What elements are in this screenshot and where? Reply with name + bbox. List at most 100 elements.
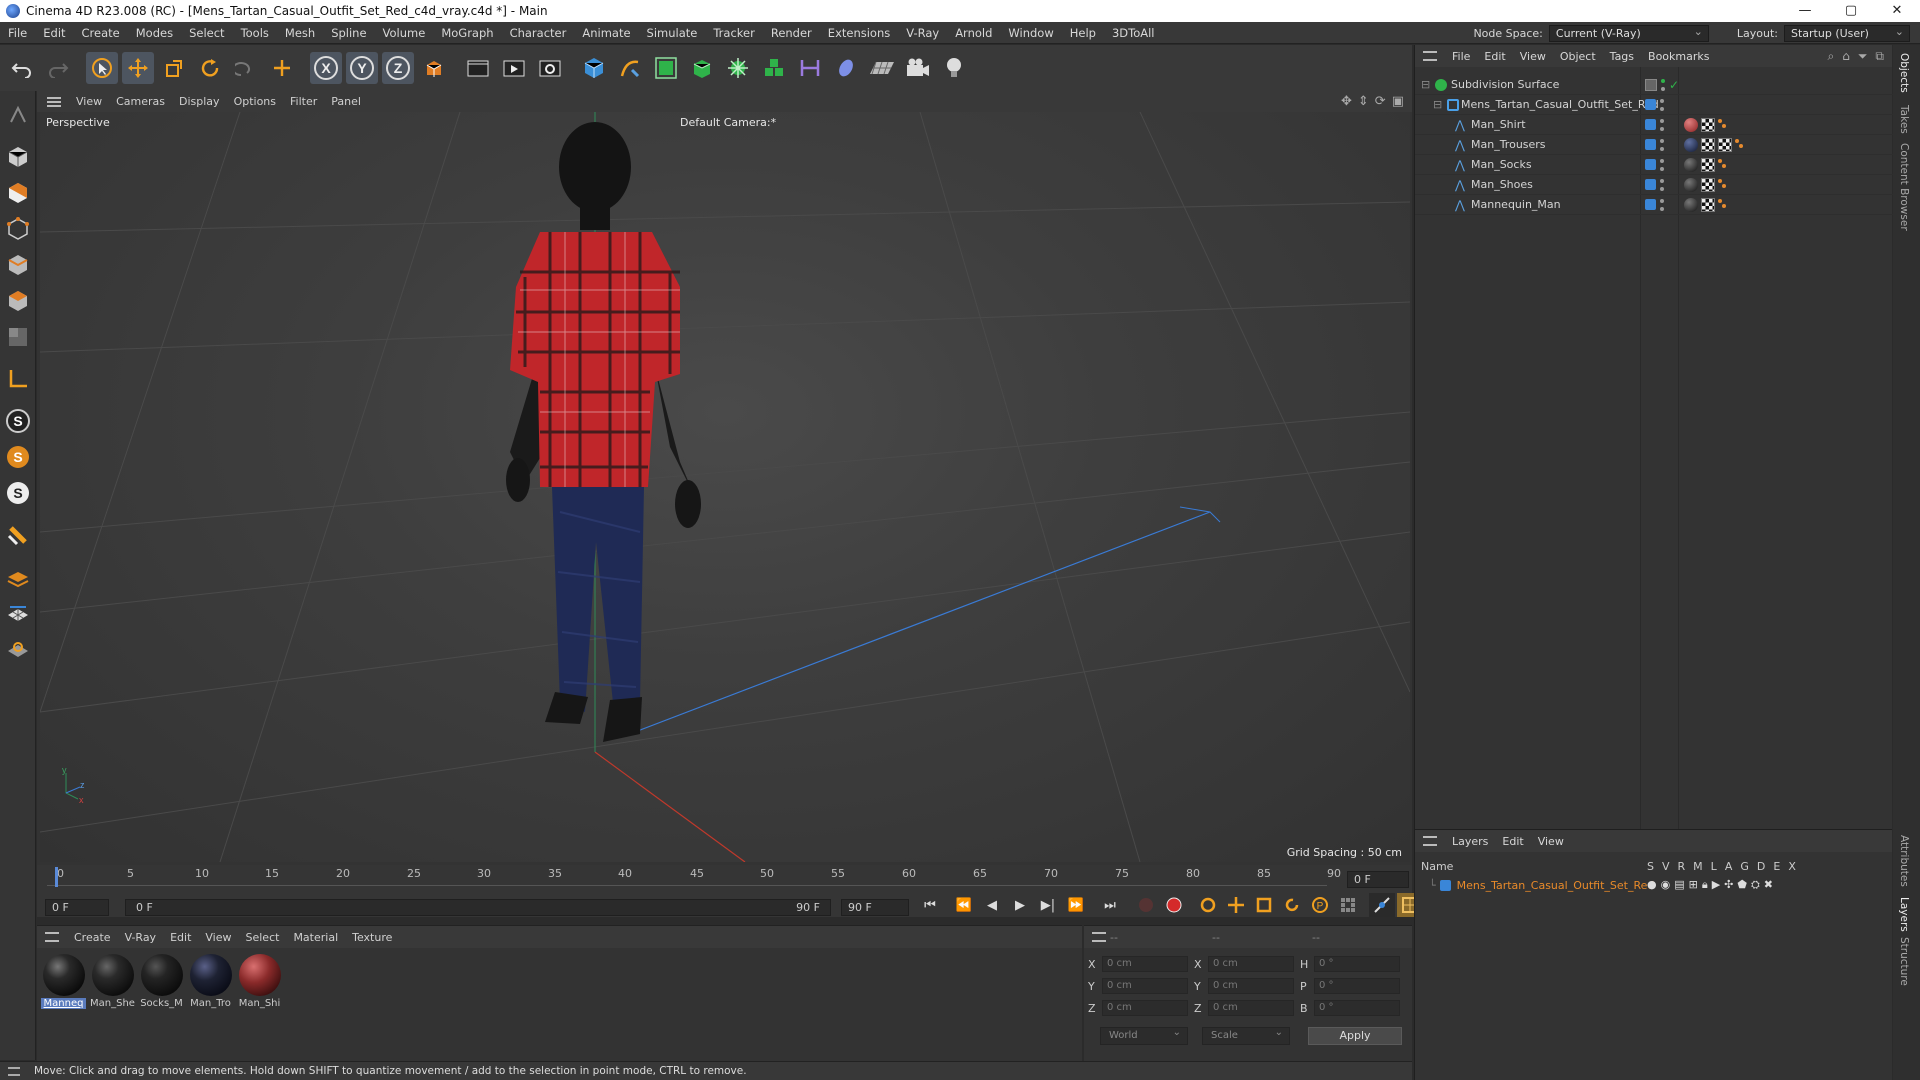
layer-color-icon[interactable] — [1645, 179, 1656, 190]
material-menu-create[interactable]: Create — [67, 931, 118, 944]
layout-dropdown[interactable]: Startup (User) — [1784, 24, 1910, 42]
menu-select[interactable]: Select — [181, 22, 232, 44]
texture-tag-icon[interactable] — [1701, 157, 1715, 172]
menu-file[interactable]: File — [0, 22, 35, 44]
key-parameter-icon[interactable]: P — [1307, 893, 1333, 917]
material-menu-edit[interactable]: Edit — [163, 931, 198, 944]
play-icon[interactable]: ▶ — [1007, 893, 1033, 917]
texture-mode-icon[interactable] — [3, 178, 33, 208]
menu-edit[interactable]: Edit — [35, 22, 73, 44]
object-row[interactable]: ⋀ Mannequin_Man — [1415, 195, 1893, 215]
material-tag-icon[interactable] — [1684, 137, 1698, 152]
go-to-end-icon[interactable]: ⏭ — [1097, 893, 1123, 917]
menu-window[interactable]: Window — [1000, 22, 1061, 44]
current-frame-field[interactable]: 0 F — [1347, 871, 1409, 888]
material-menu-select[interactable]: Select — [239, 931, 287, 944]
snap-s3-icon[interactable]: S — [3, 478, 33, 508]
vray-tag-icon[interactable] — [1718, 198, 1728, 211]
texture-tag-icon[interactable] — [1701, 137, 1715, 152]
layer-color-icon[interactable] — [1645, 159, 1656, 170]
viewport-menu-filter[interactable]: Filter — [283, 95, 324, 108]
coordinate-mode-dropdown[interactable]: Scale — [1202, 1025, 1290, 1045]
axis-mode-icon[interactable] — [3, 364, 33, 394]
material-menu-material[interactable]: Material — [286, 931, 345, 944]
material-swatch[interactable]: Man_She — [90, 954, 135, 1009]
render-region-icon[interactable] — [462, 52, 494, 84]
viewport-menu-cameras[interactable]: Cameras — [109, 95, 172, 108]
menu-arnold[interactable]: Arnold — [947, 22, 1000, 44]
camera-icon[interactable] — [902, 52, 934, 84]
points-mode-icon[interactable] — [3, 214, 33, 244]
menu-modes[interactable]: Modes — [128, 22, 181, 44]
material-menu-texture[interactable]: Texture — [345, 931, 399, 944]
menu-mograph[interactable]: MoGraph — [433, 22, 501, 44]
deformer-icon[interactable] — [830, 52, 862, 84]
viewport-menu-panel[interactable]: Panel — [324, 95, 368, 108]
viewport-camera-name[interactable]: Default Camera:* — [680, 116, 776, 129]
subdivision-icon[interactable] — [650, 52, 682, 84]
snap-s2-icon[interactable]: S — [3, 442, 33, 472]
enabled-check-icon[interactable]: ✓ — [1669, 78, 1679, 92]
previous-frame-icon[interactable]: ◀ — [979, 893, 1005, 917]
menu-render[interactable]: Render — [763, 22, 820, 44]
viewport-menu-icon[interactable] — [47, 96, 61, 107]
rotation-h-field[interactable]: 0 ° — [1314, 956, 1400, 972]
playhead[interactable] — [55, 867, 58, 887]
position-x-field[interactable]: 0 cm — [1102, 956, 1188, 972]
select-icon[interactable] — [86, 52, 118, 84]
size-y-field[interactable]: 0 cm — [1208, 978, 1294, 994]
axis-z-icon[interactable]: Z — [382, 52, 414, 84]
material-swatch[interactable]: Man_Shi — [237, 954, 282, 1009]
object-menu-object[interactable]: Object — [1553, 50, 1603, 63]
expression-icon[interactable]: ⛭ — [1751, 878, 1760, 892]
material-menu-vray[interactable]: V-Ray — [118, 931, 164, 944]
position-y-field[interactable]: 0 cm — [1102, 978, 1188, 994]
extrude-icon[interactable] — [686, 52, 718, 84]
collapse-icon[interactable]: ⊟ — [1433, 98, 1442, 111]
size-z-field[interactable]: 0 cm — [1208, 1000, 1294, 1016]
rotation-b-field[interactable]: 0 ° — [1314, 1000, 1400, 1016]
layer-color-icon[interactable] — [1645, 139, 1656, 150]
menu-tracker[interactable]: Tracker — [705, 22, 763, 44]
menu-tools[interactable]: Tools — [233, 22, 277, 44]
vray-tag-icon[interactable] — [1735, 138, 1745, 151]
minimize-button[interactable]: — — [1782, 0, 1828, 22]
add-icon[interactable] — [266, 52, 298, 84]
menu-vray[interactable]: V-Ray — [898, 22, 947, 44]
collapse-icon[interactable]: ⊟ — [1421, 78, 1430, 91]
record-disabled-icon[interactable] — [1133, 893, 1159, 917]
lock-icon[interactable]: 🔒︎ — [1702, 878, 1708, 892]
manager-icon[interactable]: ⊞ — [1689, 878, 1698, 892]
layer-menu-layers[interactable]: Layers — [1445, 835, 1495, 848]
viewport-menu-display[interactable]: Display — [172, 95, 227, 108]
solo-icon[interactable]: ● — [1647, 878, 1657, 892]
home-icon[interactable]: ⌂ — [1842, 49, 1850, 64]
rotation-p-field[interactable]: 0 ° — [1314, 978, 1400, 994]
material-tag-icon[interactable] — [1684, 177, 1698, 192]
menu-volume[interactable]: Volume — [375, 22, 434, 44]
object-row[interactable]: ⋀ Man_Socks — [1415, 155, 1893, 175]
make-editable-icon[interactable] — [3, 100, 33, 130]
object-menu-icon[interactable] — [1423, 51, 1437, 61]
material-menu-icon[interactable] — [45, 932, 59, 942]
axis-x-icon[interactable]: X — [310, 52, 342, 84]
dolly-icon[interactable]: ⇕ — [1358, 94, 1369, 109]
go-to-start-icon[interactable]: ⏮ — [917, 893, 943, 917]
material-swatch[interactable]: Socks_M — [139, 954, 184, 1009]
start-frame-field[interactable]: 0 F — [45, 899, 109, 916]
scale-icon[interactable] — [158, 52, 190, 84]
object-menu-edit[interactable]: Edit — [1477, 50, 1512, 63]
floor-icon[interactable] — [866, 52, 898, 84]
close-button[interactable]: ✕ — [1874, 0, 1920, 22]
vray-tag-icon[interactable] — [1718, 178, 1728, 191]
character-icon[interactable] — [758, 52, 790, 84]
object-menu-bookmarks[interactable]: Bookmarks — [1641, 50, 1716, 63]
tab-takes[interactable]: Takes — [1898, 105, 1910, 134]
edit-toggle-icon[interactable] — [1645, 78, 1657, 91]
object-row[interactable]: ⋀ Man_Shirt — [1415, 115, 1893, 135]
layer-row[interactable]: └ Mens_Tartan_Casual_Outfit_Set_Red ● ◉ … — [1415, 876, 1893, 894]
visibility-dots-icon[interactable] — [1660, 138, 1664, 151]
lasso-icon[interactable] — [230, 52, 262, 84]
object-menu-file[interactable]: File — [1445, 50, 1477, 63]
next-frame-icon[interactable]: ▶| — [1035, 893, 1061, 917]
